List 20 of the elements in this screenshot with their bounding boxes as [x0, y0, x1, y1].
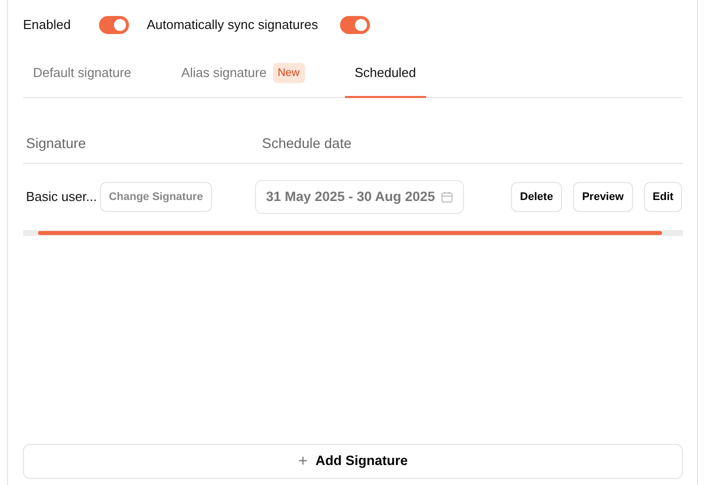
- scrollbar-thumb[interactable]: [38, 231, 662, 235]
- action-button[interactable]: Preview: [573, 182, 633, 212]
- change-signature-button[interactable]: Change Signature: [100, 182, 212, 212]
- tab[interactable]: Alias signature New: [171, 50, 315, 98]
- toggle-label: Automatically sync signatures: [146, 16, 318, 34]
- calendar-icon: [441, 191, 454, 203]
- toggle-switch[interactable]: [98, 16, 129, 34]
- action-button[interactable]: Delete: [511, 182, 562, 212]
- toggle-label: Enabled: [23, 16, 71, 34]
- tab[interactable]: Scheduled: [344, 50, 426, 98]
- signature-name: Basic user...: [26, 188, 97, 206]
- new-badge: New: [272, 62, 305, 84]
- action-button[interactable]: Edit: [644, 182, 682, 212]
- column-header: Signature: [25, 134, 87, 153]
- toggle-switch[interactable]: [340, 16, 370, 34]
- plus-icon: +: [298, 450, 308, 474]
- add-signature-button[interactable]: + Add Signature: [23, 444, 683, 479]
- column-header: Schedule date: [261, 134, 352, 153]
- tab[interactable]: Default signature: [23, 50, 142, 98]
- date-range-field[interactable]: 31 May 2025 - 30 Aug 2025: [254, 180, 464, 214]
